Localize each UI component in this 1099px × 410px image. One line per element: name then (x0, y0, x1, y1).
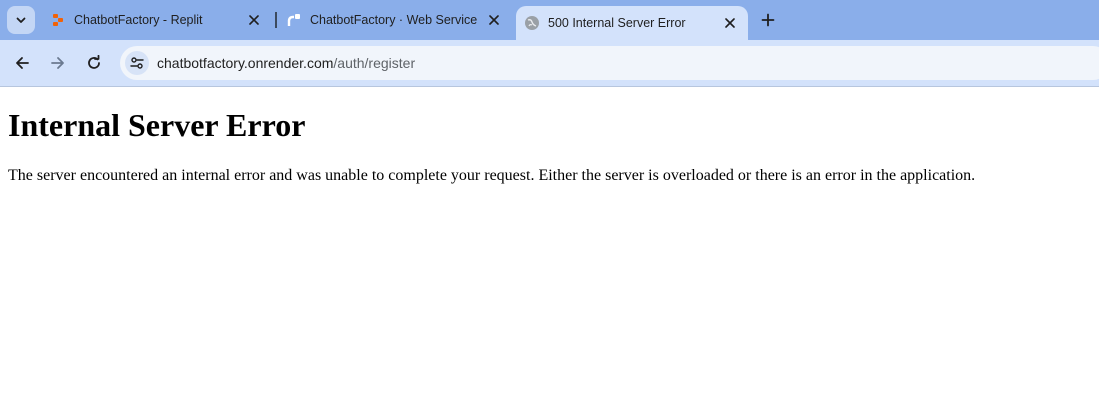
plus-icon (761, 13, 775, 27)
address-bar[interactable]: chatbotfactory.onrender.com/auth/registe… (120, 46, 1099, 80)
reload-icon (88, 55, 100, 69)
back-button[interactable] (8, 49, 36, 77)
render-icon (286, 12, 302, 28)
tab-render[interactable]: ChatbotFactory · Web Service (280, 0, 512, 40)
reload-button[interactable] (80, 49, 108, 77)
arrow-right-icon (51, 57, 64, 69)
close-tab-icon[interactable] (722, 15, 738, 31)
tab-search-button[interactable] (7, 6, 35, 34)
new-tab-button[interactable] (756, 8, 780, 32)
url-text[interactable]: chatbotfactory.onrender.com/auth/registe… (157, 55, 415, 71)
site-info-button[interactable] (125, 51, 149, 75)
tab-title: ChatbotFactory - Replit (74, 13, 203, 27)
tab-divider (275, 12, 277, 28)
tab-active-error[interactable]: 500 Internal Server Error (516, 6, 748, 40)
browser-toolbar: chatbotfactory.onrender.com/auth/registe… (0, 40, 1099, 87)
arrow-left-icon (16, 57, 29, 69)
error-message: The server encountered an internal error… (8, 167, 976, 184)
page-title: Internal Server Error (8, 107, 306, 143)
tab-title: 500 Internal Server Error (548, 16, 686, 30)
chevron-down-icon (16, 17, 26, 23)
close-tab-icon[interactable] (486, 12, 502, 28)
tune-icon (130, 57, 144, 69)
tab-title: ChatbotFactory · Web Service (310, 13, 478, 27)
forward-button[interactable] (44, 49, 72, 77)
url-path: /auth/register (333, 55, 416, 71)
globe-icon (524, 15, 540, 31)
close-tab-icon[interactable] (246, 12, 262, 28)
replit-icon (50, 12, 66, 28)
tab-replit[interactable]: ChatbotFactory - Replit (44, 0, 272, 40)
url-host: chatbotfactory.onrender.com (157, 55, 334, 71)
tab-strip: ChatbotFactory - Replit ChatbotFactory ·… (0, 0, 1099, 40)
